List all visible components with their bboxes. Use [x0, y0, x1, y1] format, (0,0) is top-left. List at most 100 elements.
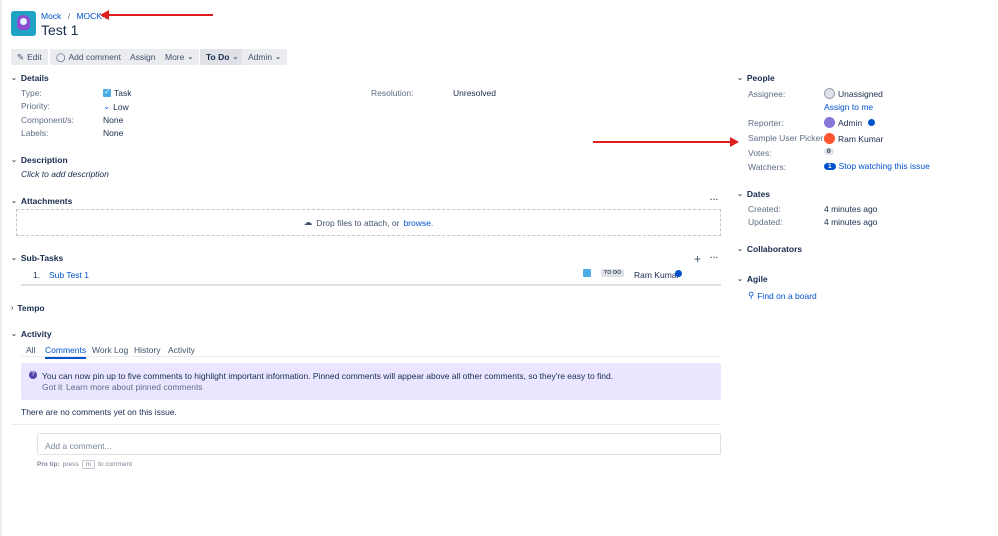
- votes-count[interactable]: 0: [824, 148, 834, 155]
- assign-button[interactable]: Assign: [124, 49, 162, 65]
- learn-more-link[interactable]: Learn more about pinned comments: [66, 382, 203, 392]
- sample-user-picker-label: Sample User Picker:: [748, 133, 826, 143]
- add-subtask-icon[interactable]: +: [694, 252, 701, 266]
- attachment-dropzone[interactable]: ☁ Drop files to attach, or browse.: [16, 209, 721, 236]
- details-heading: Details: [20, 73, 49, 83]
- subtask-icon: [583, 269, 591, 277]
- attachments-heading: Attachments: [20, 196, 73, 206]
- agile-heading: Agile: [746, 274, 768, 284]
- tab-work-log[interactable]: Work Log: [92, 345, 128, 355]
- subtasks-toggle[interactable]: ⌄ Sub-Tasks: [11, 253, 63, 263]
- subtask-row: 1. Sub Test 1 TO DO Ram Kumar: [21, 267, 721, 286]
- priority-value: ⌄ Low: [103, 101, 129, 112]
- resolution-label: Resolution:: [371, 88, 414, 98]
- people-toggle[interactable]: ⌄ People: [737, 73, 775, 83]
- reporter-value: Admin: [824, 117, 876, 128]
- collaborators-toggle[interactable]: ⌄ Collaborators: [737, 244, 802, 254]
- details-toggle[interactable]: ⌄ Details: [11, 73, 49, 83]
- pro-tip-suffix: to comment: [98, 461, 133, 468]
- type-value: ✓ Task: [103, 88, 131, 98]
- user-avatar: [824, 133, 835, 144]
- chevron-down-icon: ⌄: [737, 75, 743, 82]
- pinned-comments-banner: ? You can now pin up to five comments to…: [21, 363, 721, 400]
- pro-tip-label: Pro tip:: [37, 461, 60, 468]
- description-toggle[interactable]: ⌄ Description: [11, 155, 68, 165]
- subtask-link[interactable]: Sub Test 1: [49, 270, 89, 280]
- chevron-down-icon: ⌄: [11, 75, 17, 82]
- priority-label: Priority:: [21, 101, 50, 111]
- user-avatar: [824, 117, 835, 128]
- banner-text: You can now pin up to five comments to h…: [42, 371, 614, 381]
- people-heading: People: [746, 73, 775, 83]
- project-avatar[interactable]: [11, 11, 36, 36]
- keyboard-key: m: [81, 460, 96, 469]
- reporter-text: Admin: [838, 117, 863, 128]
- more-button[interactable]: More ⌄: [159, 49, 200, 65]
- tab-divider: [21, 356, 721, 357]
- updated-value: 4 minutes ago: [824, 217, 878, 227]
- drop-text: Drop files to attach, or: [316, 217, 400, 228]
- status-button[interactable]: To Do ⌄: [200, 49, 245, 65]
- comment-input[interactable]: Add a comment...: [37, 433, 721, 455]
- cloud-upload-icon: ☁: [303, 217, 313, 227]
- more-options-icon[interactable]: ···: [710, 194, 719, 204]
- divider: [11, 424, 721, 425]
- edit-button[interactable]: ✎ Edit: [11, 49, 48, 65]
- type-text: Task: [114, 88, 132, 98]
- description-field[interactable]: Click to add description: [21, 169, 109, 179]
- tab-history[interactable]: History: [134, 345, 160, 355]
- pro-tip-press: press: [62, 461, 79, 468]
- stop-watching-link[interactable]: Stop watching this issue: [839, 161, 930, 171]
- add-comment-button[interactable]: ◯ Add comment: [50, 49, 127, 65]
- breadcrumb-project[interactable]: Mock: [41, 11, 61, 21]
- find-on-board-text: Find on a board: [757, 290, 817, 301]
- attachments-toggle[interactable]: ⌄ Attachments: [11, 196, 72, 206]
- subtask-number: 1.: [33, 270, 41, 280]
- got-it-button[interactable]: Got it: [42, 382, 62, 392]
- assign-label: Assign: [130, 52, 156, 62]
- created-value: 4 minutes ago: [824, 204, 878, 214]
- low-priority-icon: ⌄: [103, 101, 111, 111]
- status-label: To Do: [206, 52, 230, 62]
- created-label: Created:: [748, 204, 781, 214]
- reporter-label: Reporter:: [748, 118, 784, 128]
- activity-toggle[interactable]: ⌄ Activity: [11, 329, 52, 339]
- more-label: More: [165, 52, 185, 62]
- labels-value: None: [103, 128, 124, 138]
- chevron-down-icon: ⌄: [737, 191, 743, 198]
- pencil-icon: ✎: [17, 51, 25, 62]
- question-icon: ?: [29, 371, 37, 379]
- find-on-board-link[interactable]: ⚲ Find on a board: [748, 290, 817, 301]
- unassigned-avatar: [824, 88, 835, 99]
- agile-toggle[interactable]: ⌄ Agile: [737, 274, 768, 284]
- tab-all[interactable]: All: [26, 345, 35, 355]
- assignee-value: Unassigned: [824, 88, 883, 99]
- admin-label: Admin: [248, 52, 273, 62]
- updated-label: Updated:: [748, 217, 783, 227]
- dates-heading: Dates: [746, 189, 771, 199]
- browse-link[interactable]: browse.: [403, 218, 433, 228]
- subtask-assignee: Ram Kumar: [634, 270, 680, 280]
- tab-comments[interactable]: Comments: [45, 345, 87, 359]
- assignee-text: Unassigned: [838, 88, 883, 99]
- tab-activity[interactable]: Activity: [168, 345, 195, 355]
- chevron-down-icon: ⌄: [11, 157, 17, 164]
- chevron-down-icon: ⌄: [11, 255, 17, 262]
- info-icon: [868, 119, 876, 126]
- admin-button[interactable]: Admin ⌄: [242, 49, 287, 65]
- subtask-status-lozenge[interactable]: TO DO: [601, 269, 625, 277]
- priority-text: Low: [113, 101, 129, 112]
- watchers-count[interactable]: 1: [824, 162, 836, 170]
- dates-toggle[interactable]: ⌄ Dates: [737, 189, 770, 199]
- annotation-arrow: [593, 137, 739, 147]
- resolution-value: Unresolved: [453, 88, 496, 98]
- add-comment-label: Add comment: [68, 52, 121, 62]
- more-options-icon[interactable]: ···: [710, 252, 719, 262]
- chevron-right-icon: ›: [11, 304, 14, 312]
- assign-to-me-link[interactable]: Assign to me: [824, 102, 873, 112]
- components-label: Component/s:: [21, 115, 74, 125]
- description-heading: Description: [20, 155, 68, 165]
- no-comments-text: There are no comments yet on this issue.: [21, 407, 177, 417]
- assignee-label: Assignee:: [748, 89, 786, 99]
- tempo-toggle[interactable]: › Tempo: [11, 303, 45, 313]
